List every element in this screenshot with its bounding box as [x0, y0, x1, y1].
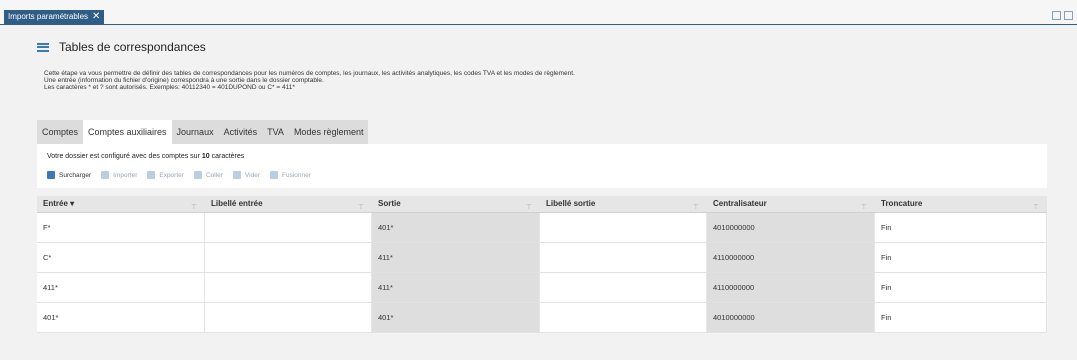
- cell-troncature[interactable]: Fin: [875, 273, 1047, 302]
- table-row[interactable]: C* 411* 4110000000 Fin: [37, 243, 1047, 273]
- coller-label: Coller: [205, 171, 223, 179]
- tab-modes-reglement[interactable]: Modes règlement: [289, 120, 369, 144]
- info-count: 10: [201, 153, 210, 160]
- column-header-troncature[interactable]: Troncature ⊤: [875, 196, 1047, 212]
- coller-button[interactable]: Coller: [193, 171, 223, 179]
- description-line: Les caractères * et ? sont autorisés. Ex…: [44, 84, 295, 91]
- document-tab[interactable]: Imports paramétrables ✕: [4, 10, 105, 24]
- window-controls: [1052, 11, 1073, 20]
- column-header-entree[interactable]: Entrée ▾ ⊤: [37, 196, 205, 212]
- page-title: Tables de correspondances: [59, 40, 206, 54]
- account-length-info: Votre dossier est configuré avec des com…: [47, 153, 244, 160]
- importer-label: Importer: [113, 171, 138, 179]
- cell-libelle-sortie[interactable]: [540, 213, 707, 242]
- merge-icon: [269, 171, 278, 179]
- import-icon: [101, 171, 110, 179]
- cell-centralisateur[interactable]: 4010000000: [707, 213, 875, 242]
- menu-icon[interactable]: [37, 42, 49, 52]
- vider-label: Vider: [244, 171, 260, 179]
- cell-sortie[interactable]: 411*: [372, 273, 540, 302]
- tab-activites[interactable]: Activités: [219, 120, 263, 144]
- cell-centralisateur[interactable]: 4110000000: [707, 243, 875, 272]
- info-prefix: Votre dossier est configuré avec des com…: [47, 153, 202, 160]
- filter-icon[interactable]: ⊤: [191, 200, 197, 216]
- surcharger-button[interactable]: Surcharger: [47, 171, 91, 179]
- category-tabs: Comptes Comptes auxiliaires Journaux Act…: [37, 120, 369, 144]
- column-header-libelle-entree[interactable]: Libellé entrée ⊤: [205, 196, 372, 212]
- table-row[interactable]: 411* 411* 4110000000 Fin: [37, 273, 1047, 303]
- trash-icon: [232, 171, 241, 179]
- paste-icon: [193, 171, 202, 179]
- cell-sortie[interactable]: 401*: [372, 213, 540, 242]
- tab-panel: Votre dossier est configuré avec des com…: [37, 144, 1047, 188]
- cell-libelle-sortie[interactable]: [540, 303, 707, 332]
- tab-tva[interactable]: TVA: [262, 120, 289, 144]
- column-header-label: Libellé entrée: [211, 199, 263, 208]
- column-header-label: Troncature: [881, 199, 923, 208]
- column-header-label: Sortie: [378, 199, 401, 208]
- filter-icon[interactable]: ⊤: [1033, 200, 1039, 216]
- toolbar: Surcharger Importer Exporter Coller Vide…: [47, 171, 311, 179]
- column-header-label: Entrée ▾: [43, 199, 75, 208]
- document-tab-label: Imports paramétrables: [8, 12, 89, 21]
- cell-sortie[interactable]: 411*: [372, 243, 540, 272]
- column-header-label: Libellé sortie: [546, 199, 596, 208]
- tab-journaux[interactable]: Journaux: [172, 120, 219, 144]
- column-header-sortie[interactable]: Sortie ⊤: [372, 196, 540, 212]
- fusionner-button[interactable]: Fusionner: [269, 171, 311, 179]
- cell-libelle-entree[interactable]: [205, 303, 372, 332]
- vider-button[interactable]: Vider: [232, 171, 260, 179]
- cell-entree[interactable]: F*: [37, 213, 205, 242]
- cell-entree[interactable]: 411*: [37, 273, 205, 302]
- cell-sortie[interactable]: 401*: [372, 303, 540, 332]
- mapping-table: Entrée ▾ ⊤ Libellé entrée ⊤ Sortie ⊤ Libell…: [37, 196, 1047, 333]
- cell-centralisateur[interactable]: 4010000000: [707, 303, 875, 332]
- info-suffix: caractères: [209, 153, 245, 160]
- cell-libelle-entree[interactable]: [205, 243, 372, 272]
- cell-troncature[interactable]: Fin: [875, 303, 1047, 332]
- cell-troncature[interactable]: Fin: [875, 243, 1047, 272]
- filter-icon[interactable]: ⊤: [526, 200, 532, 216]
- column-header-label: Centralisateur: [713, 199, 767, 208]
- table-row[interactable]: F* 401* 4010000000 Fin: [37, 213, 1047, 243]
- description: Cette étape va vous permettre de définir…: [44, 70, 575, 91]
- surcharger-label: Surcharger: [59, 171, 92, 179]
- table-row[interactable]: 401* 401* 4010000000 Fin: [37, 303, 1047, 333]
- page-header: Tables de correspondances: [37, 40, 206, 54]
- filter-icon[interactable]: ⊤: [693, 200, 699, 216]
- tab-comptes[interactable]: Comptes: [37, 120, 83, 144]
- window-tab-bar: Imports paramétrables ✕: [0, 0, 1077, 25]
- checkbox-icon: [47, 171, 55, 179]
- importer-button[interactable]: Importer: [101, 171, 137, 179]
- description-line: Une entrée (information du fichier d'ori…: [44, 77, 324, 84]
- description-line: Cette étape va vous permettre de définir…: [44, 70, 575, 77]
- cell-libelle-sortie[interactable]: [540, 243, 707, 272]
- filter-icon[interactable]: ⊤: [861, 200, 867, 216]
- column-header-centralisateur[interactable]: Centralisateur ⊤: [707, 196, 875, 212]
- cell-entree[interactable]: 401*: [37, 303, 205, 332]
- tab-comptes-auxiliaires[interactable]: Comptes auxiliaires: [83, 120, 172, 144]
- fusionner-label: Fusionner: [281, 171, 311, 179]
- cell-troncature[interactable]: Fin: [875, 213, 1047, 242]
- exporter-button[interactable]: Exporter: [147, 171, 184, 179]
- column-header-libelle-sortie[interactable]: Libellé sortie ⊤: [540, 196, 707, 212]
- save-icon[interactable]: [1052, 11, 1061, 20]
- restore-icon[interactable]: [1064, 11, 1073, 20]
- close-icon[interactable]: ✕: [92, 12, 100, 22]
- cell-entree[interactable]: C*: [37, 243, 205, 272]
- cell-libelle-entree[interactable]: [205, 213, 372, 242]
- filter-icon[interactable]: ⊤: [358, 200, 364, 216]
- cell-libelle-sortie[interactable]: [540, 273, 707, 302]
- cell-centralisateur[interactable]: 4110000000: [707, 273, 875, 302]
- table-header: Entrée ▾ ⊤ Libellé entrée ⊤ Sortie ⊤ Libell…: [37, 196, 1047, 213]
- exporter-label: Exporter: [159, 171, 184, 179]
- export-icon: [147, 171, 156, 179]
- cell-libelle-entree[interactable]: [205, 273, 372, 302]
